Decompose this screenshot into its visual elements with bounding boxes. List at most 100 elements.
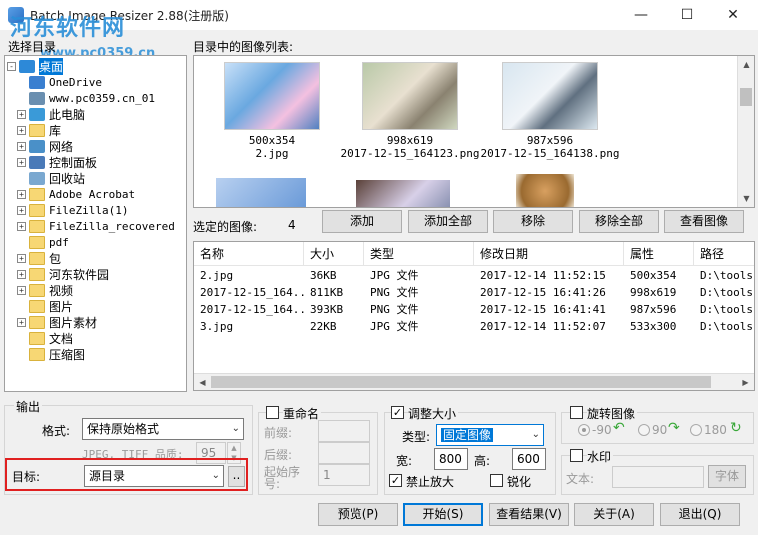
rotate-90-radio[interactable] — [638, 424, 650, 436]
tree-expander-icon[interactable]: + — [17, 157, 26, 167]
browse-button[interactable]: .. — [228, 466, 245, 487]
rotate-checkbox[interactable] — [570, 406, 583, 419]
scroll-thumb[interactable] — [740, 88, 752, 106]
scroll-right-icon[interactable]: ▶ — [737, 374, 754, 390]
column-header-path[interactable]: 路径 — [694, 242, 754, 266]
chevron-down-icon[interactable]: ⌄ — [232, 419, 240, 439]
tree-expander-icon[interactable]: + — [17, 141, 26, 151]
tree-item[interactable]: + 库 — [17, 122, 61, 138]
tree-item[interactable]: + Adobe Acrobat — [17, 186, 135, 202]
tree-expander-icon[interactable]: - — [7, 61, 16, 71]
scroll-left-icon[interactable]: ◀ — [194, 374, 211, 390]
exit-button[interactable]: 退出(Q) — [660, 503, 740, 526]
target-select[interactable]: 源目录 ⌄ — [84, 465, 224, 487]
tree-item[interactable]: + 视频 — [17, 282, 73, 298]
scroll-down-icon[interactable]: ▼ — [738, 190, 754, 207]
tree-item[interactable]: + 此电脑 — [17, 106, 85, 122]
tree-item[interactable]: - 桌面 — [7, 57, 64, 75]
chevron-down-icon[interactable]: ⌄ — [212, 466, 220, 486]
tree-expander-icon[interactable]: + — [17, 285, 26, 295]
tree-item[interactable]: pdf — [17, 234, 69, 250]
tree-expander-icon[interactable]: + — [17, 205, 26, 215]
tree-item-label: 包 — [49, 251, 62, 266]
column-header-attr[interactable]: 属性 — [624, 242, 694, 266]
tree-item[interactable]: + FileZilla(1) — [17, 202, 128, 218]
view-image-button[interactable]: 查看图像 — [664, 210, 744, 233]
start-button[interactable]: 开始(S) — [403, 503, 483, 526]
minimize-button[interactable]: — — [618, 0, 664, 30]
column-header-size[interactable]: 大小 — [304, 242, 364, 266]
recycle-bin-icon — [29, 171, 45, 185]
font-button[interactable]: 字体 — [708, 465, 746, 488]
start-number-input[interactable]: 1 — [318, 464, 370, 486]
close-button[interactable]: ✕ — [710, 0, 756, 30]
suffix-input[interactable] — [318, 442, 370, 464]
prefix-input[interactable] — [318, 420, 370, 442]
resize-checkbox[interactable]: ✓ — [391, 406, 404, 419]
tree-item[interactable]: + 包 — [17, 250, 61, 266]
thumbnail-item[interactable]: 998x619 2017-12-15_164123.png — [336, 62, 484, 160]
tree-expander-icon[interactable]: + — [17, 125, 26, 135]
tree-item[interactable]: www.pc0359.cn_01 — [17, 90, 155, 106]
height-input[interactable]: 600 — [512, 448, 546, 470]
column-header-name[interactable]: 名称 — [194, 242, 304, 266]
column-header-date[interactable]: 修改日期 — [474, 242, 624, 266]
tree-item[interactable]: 图片 — [17, 298, 73, 314]
cell-name: 2017-12-15_164... — [200, 303, 304, 316]
directory-tree[interactable]: - 桌面 OneDrive www.pc0359.cn_01 + 此电脑 + 库 + 网络 + 控制面… — [4, 55, 187, 392]
table-row[interactable]: 2.jpg 36KB JPG 文件 2017-12-14 11:52:15 500x35… — [194, 268, 754, 285]
thumbnail-item[interactable]: 987x596 2017-12-15_164138.png — [476, 62, 624, 160]
resize-type-select[interactable]: 固定图像 ⌄ — [436, 424, 544, 446]
table-horizontal-scrollbar[interactable]: ◀ ▶ — [194, 373, 754, 390]
tree-item-label: Adobe Acrobat — [49, 187, 136, 201]
scroll-up-icon[interactable]: ▲ — [738, 56, 754, 73]
tree-expander-icon[interactable]: + — [17, 189, 26, 199]
thumbnail-scrollbar[interactable]: ▲ ▼ — [737, 56, 754, 207]
cell-type: JPG 文件 — [370, 320, 419, 333]
rename-label: 重命名 — [283, 405, 322, 422]
table-row[interactable]: 2017-12-15_164... 393KB PNG 文件 2017-12-15 1… — [194, 302, 754, 319]
tree-item[interactable]: + 图片素材 — [17, 314, 97, 330]
tree-expander-icon[interactable]: + — [17, 269, 26, 279]
rotate-180-radio[interactable] — [690, 424, 702, 436]
tree-item[interactable]: OneDrive — [17, 74, 102, 90]
remove-all-button[interactable]: 移除全部 — [579, 210, 659, 233]
table-row[interactable]: 2017-12-15_164... 811KB PNG 文件 2017-12-15 1… — [194, 285, 754, 302]
column-header-type[interactable]: 类型 — [364, 242, 474, 266]
chevron-down-icon[interactable]: ⌄ — [532, 425, 540, 445]
tree-item[interactable]: 文档 — [17, 330, 73, 346]
no-enlarge-checkbox[interactable]: ✓ — [389, 474, 402, 487]
watermark-checkbox[interactable] — [570, 449, 583, 462]
tree-expander-icon[interactable]: + — [17, 253, 26, 263]
rotate-180-icon: ↻ — [730, 420, 742, 436]
thumbnail-panel[interactable]: 500x354 2.jpg 998x619 2017-12-15_164123.… — [193, 55, 755, 208]
width-label: 宽: — [396, 454, 413, 468]
rename-checkbox[interactable] — [266, 406, 279, 419]
add-button[interactable]: 添加 — [322, 210, 402, 233]
tree-expander-icon[interactable]: + — [17, 221, 26, 231]
selected-file-table[interactable]: 名称 大小 类型 修改日期 属性 路径 ◀ ▶ 2.jpg 36KB JPG 文件 2… — [193, 241, 755, 391]
tree-expander-icon[interactable]: + — [17, 109, 26, 119]
table-row[interactable]: 3.jpg 22KB JPG 文件 2017-12-14 11:52:07 533x30… — [194, 319, 754, 336]
tree-item[interactable]: 压缩图 — [17, 346, 85, 362]
thumbnail-size: 987x596 — [526, 134, 574, 147]
width-input[interactable]: 800 — [434, 448, 468, 470]
maximize-button[interactable]: ☐ — [664, 0, 710, 30]
tree-item[interactable]: + FileZilla_recovered — [17, 218, 175, 234]
thumbnail-item[interactable]: 500x354 2.jpg — [202, 62, 342, 160]
add-all-button[interactable]: 添加全部 — [408, 210, 488, 233]
sharpen-checkbox[interactable] — [490, 474, 503, 487]
watermark-text-input[interactable] — [612, 466, 704, 488]
view-result-button[interactable]: 查看结果(V) — [489, 503, 569, 526]
scroll-thumb[interactable] — [211, 376, 711, 388]
tree-item[interactable]: + 网络 — [17, 138, 73, 154]
about-button[interactable]: 关于(A) — [574, 503, 654, 526]
preview-button[interactable]: 预览(P) — [318, 503, 398, 526]
tree-item[interactable]: + 河东软件园 — [17, 266, 109, 282]
tree-item[interactable]: + 控制面板 — [17, 154, 97, 170]
format-select[interactable]: 保持原始格式 ⌄ — [82, 418, 244, 440]
remove-button[interactable]: 移除 — [493, 210, 573, 233]
tree-expander-icon[interactable]: + — [17, 317, 26, 327]
rotate-minus90-radio[interactable] — [578, 424, 590, 436]
tree-item[interactable]: 回收站 — [17, 170, 85, 186]
